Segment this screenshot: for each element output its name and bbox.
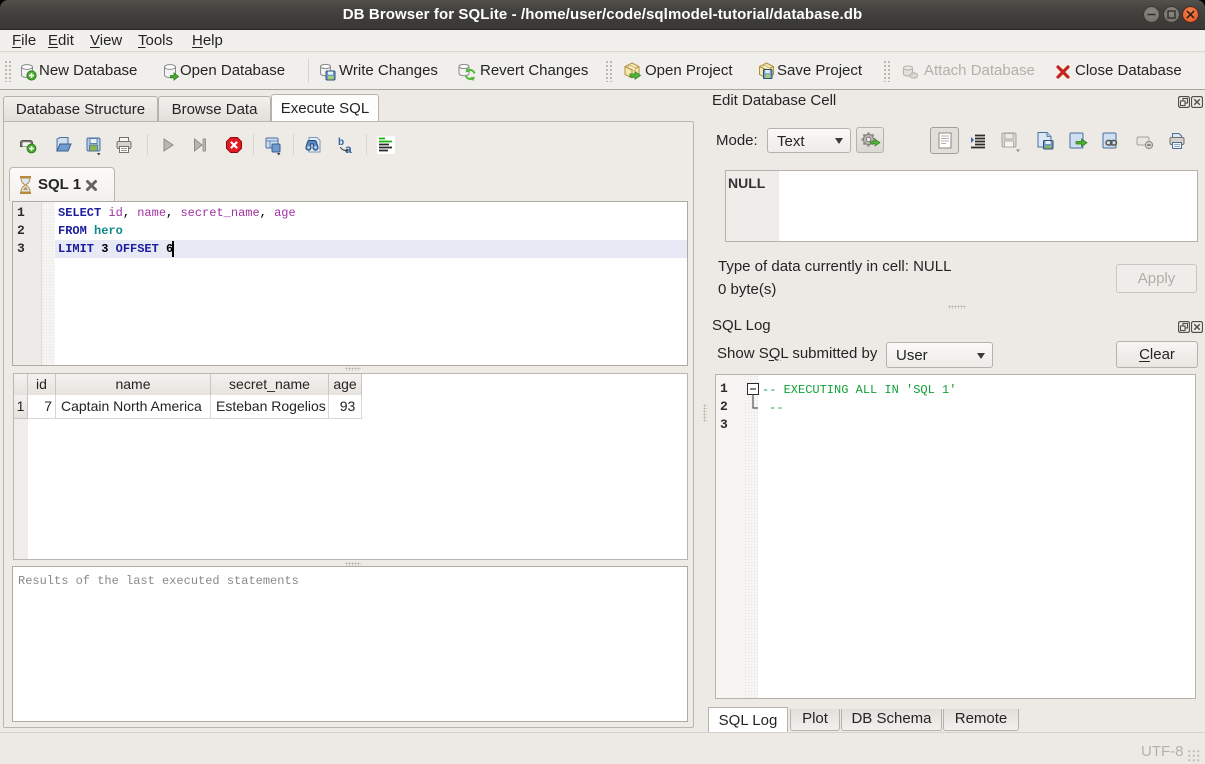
svg-text:a: a bbox=[345, 142, 352, 154]
svg-text:b: b bbox=[338, 137, 344, 148]
